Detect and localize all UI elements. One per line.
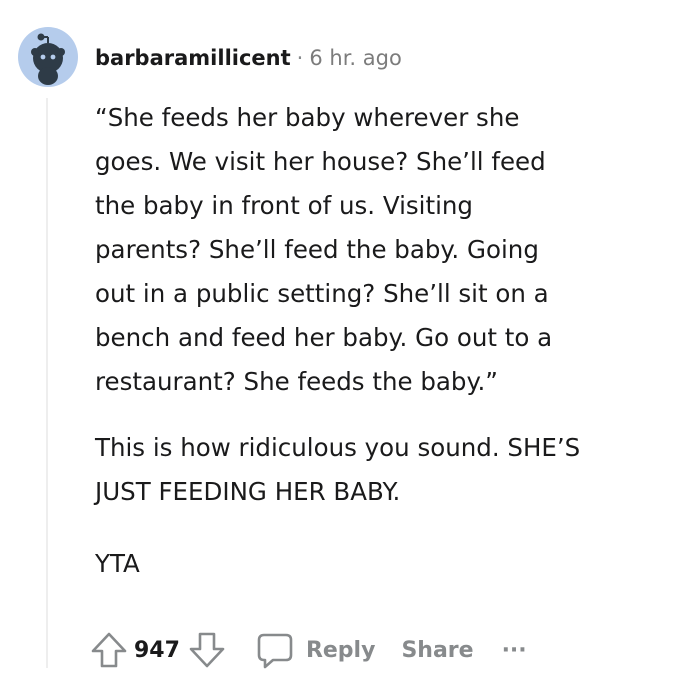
timestamp[interactable]: 6 hr. ago bbox=[309, 46, 401, 70]
downvote-arrow-icon[interactable] bbox=[188, 630, 226, 670]
thread-line[interactable] bbox=[46, 98, 48, 668]
comment-body: “She feeds her baby wherever she goes. W… bbox=[95, 96, 695, 586]
upvote-arrow-icon[interactable] bbox=[90, 630, 128, 670]
meta-separator: · bbox=[296, 46, 304, 70]
comment-paragraph: This is how ridiculous you sound. SHE’S … bbox=[95, 433, 581, 506]
comment-paragraph: YTA bbox=[95, 549, 140, 578]
vote-score: 947 bbox=[134, 637, 180, 663]
snoo-avatar-icon bbox=[31, 33, 65, 85]
comment-bubble-icon bbox=[256, 630, 294, 670]
comment-paragraph: “She feeds her baby wherever she goes. W… bbox=[95, 103, 553, 396]
comment-meta: barbaramillicent · 6 hr. ago bbox=[95, 43, 402, 73]
more-dots-icon[interactable]: ··· bbox=[502, 638, 527, 663]
reply-label: Reply bbox=[305, 637, 376, 663]
comment-actions: 947 Reply Share ··· bbox=[90, 622, 527, 678]
share-button[interactable]: Share bbox=[401, 638, 473, 663]
reply-button[interactable]: Reply bbox=[256, 630, 376, 670]
author-name[interactable]: barbaramillicent bbox=[95, 46, 291, 70]
avatar[interactable] bbox=[18, 27, 78, 87]
